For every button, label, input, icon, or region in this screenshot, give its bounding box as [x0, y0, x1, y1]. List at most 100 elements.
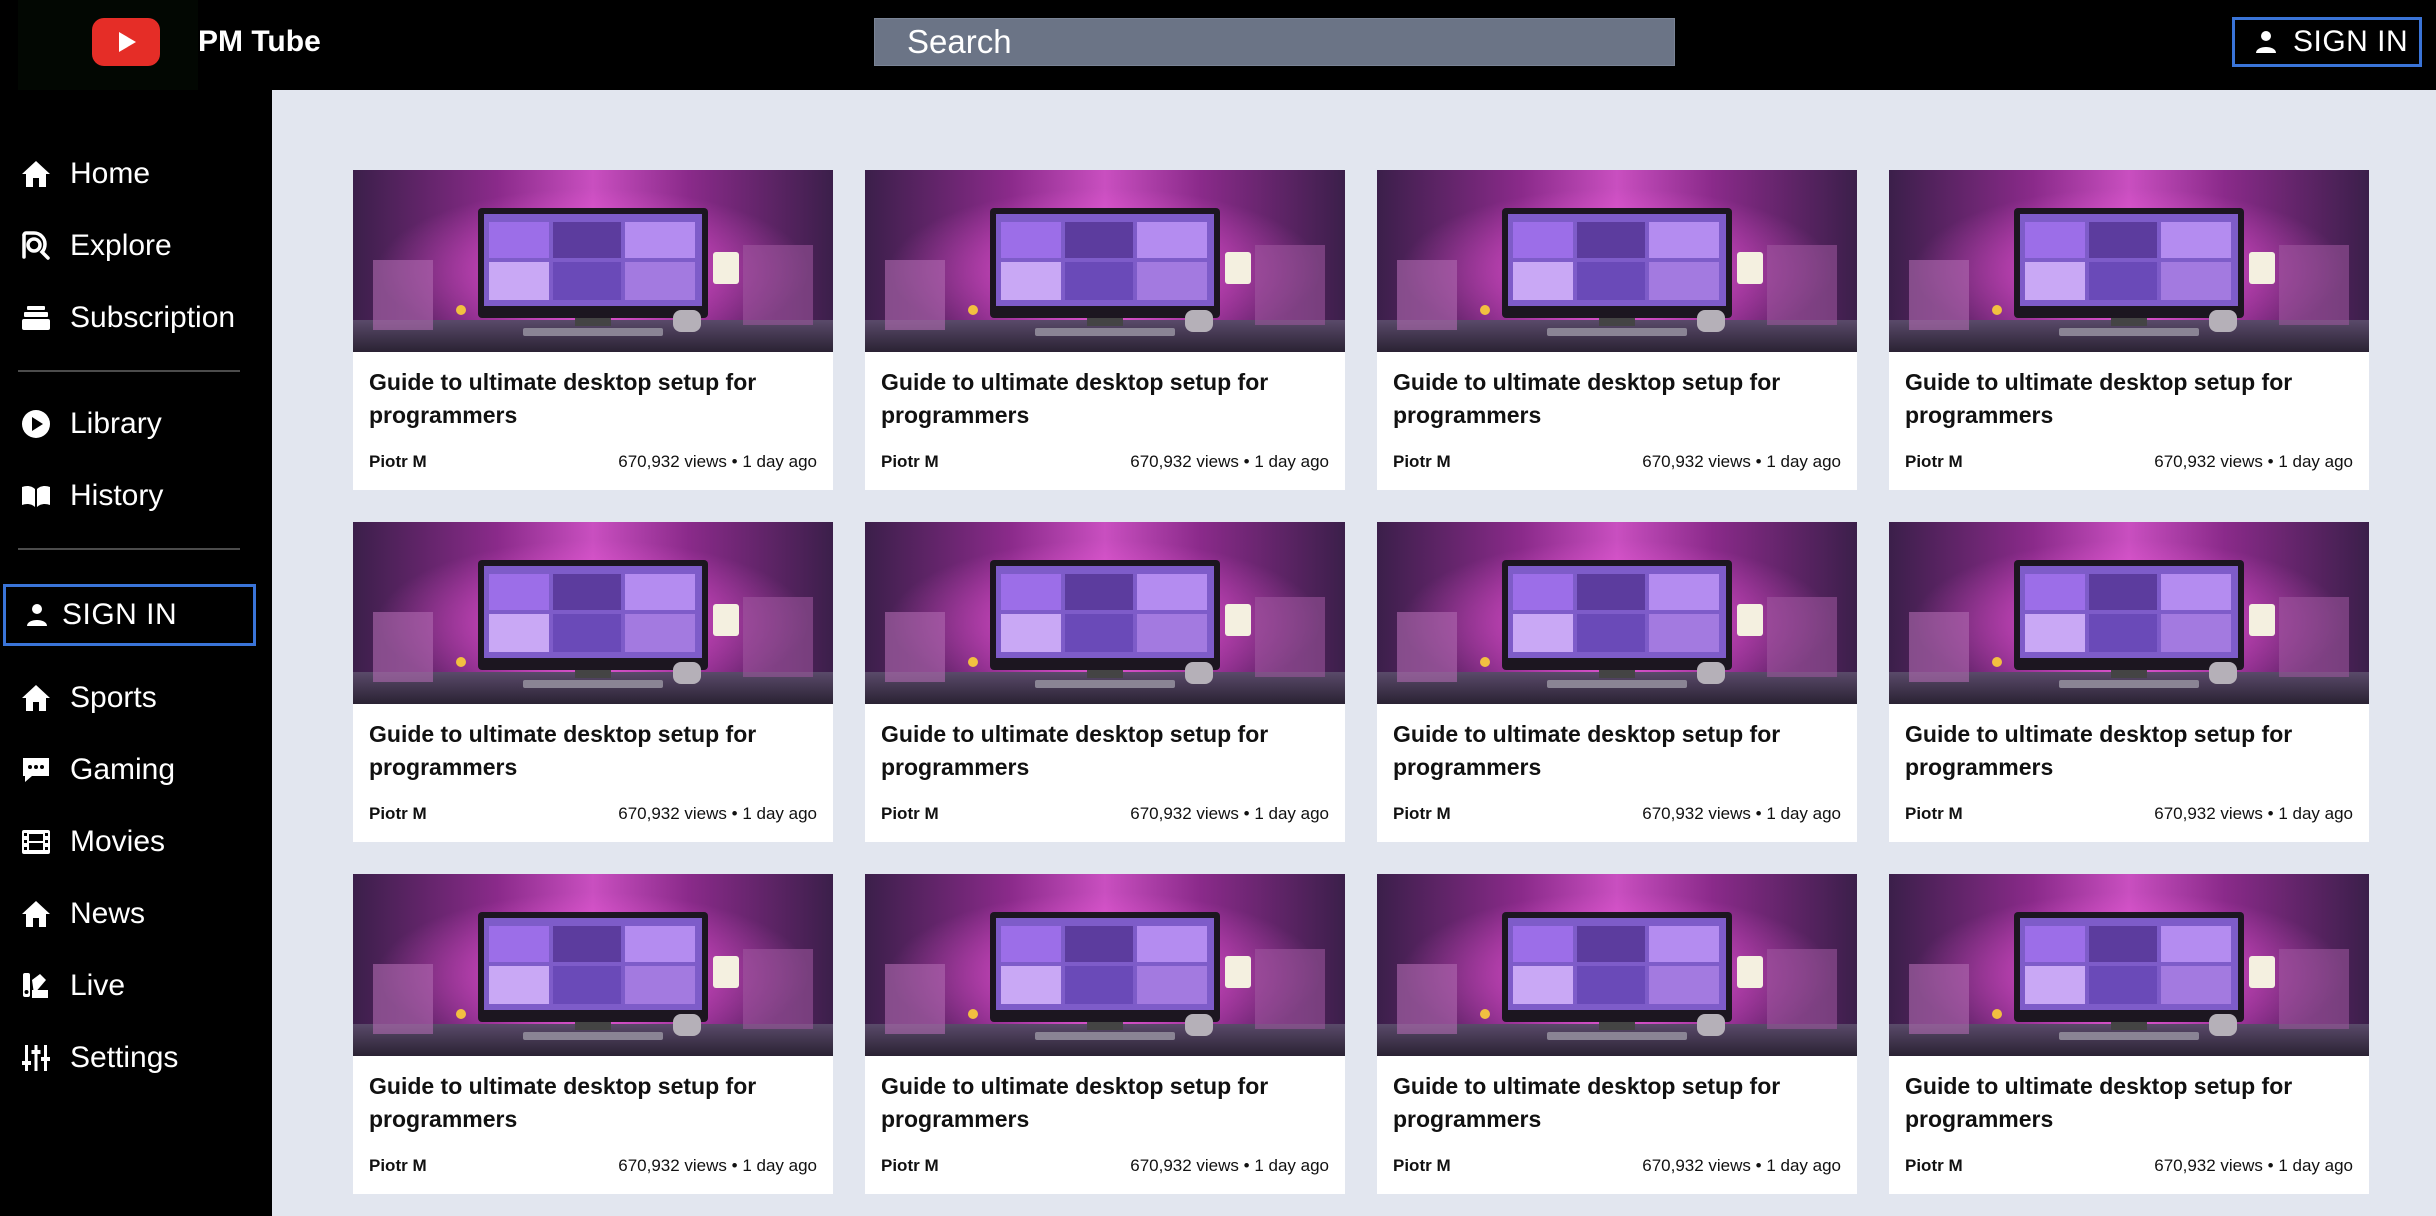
- sidebar-item-label: History: [70, 479, 164, 512]
- video-card[interactable]: Guide to ultimate desktop setup for prog…: [1377, 170, 1857, 490]
- video-meta: 670,932 views • 1 day ago: [2154, 804, 2353, 823]
- user-icon: [27, 604, 47, 626]
- video-title[interactable]: Guide to ultimate desktop setup for prog…: [881, 718, 1321, 784]
- sidebar-item-label: Subscription: [70, 301, 236, 334]
- sidebar: Home Explore Subscription Library Histor…: [0, 90, 272, 1216]
- sidebar-item-label: Explore: [70, 229, 172, 262]
- video-thumbnail[interactable]: [1889, 170, 2369, 352]
- library-icon: [20, 408, 52, 440]
- video-grid: Guide to ultimate desktop setup for prog…: [353, 170, 2369, 1194]
- video-title[interactable]: Guide to ultimate desktop setup for prog…: [1393, 1070, 1833, 1136]
- video-meta: 670,932 views • 1 day ago: [618, 452, 817, 471]
- video-thumbnail[interactable]: [353, 874, 833, 1056]
- top-bar: PM Tube SIGN IN: [0, 0, 2436, 106]
- home-icon: [20, 158, 52, 190]
- sidebar-divider: [18, 370, 240, 372]
- sidebar-item-movies[interactable]: Movies: [0, 812, 272, 872]
- video-card[interactable]: Guide to ultimate desktop setup for prog…: [1889, 522, 2369, 842]
- video-card[interactable]: Guide to ultimate desktop setup for prog…: [1889, 170, 2369, 490]
- video-title[interactable]: Guide to ultimate desktop setup for prog…: [1905, 718, 2345, 784]
- sidebar-item-label: Movies: [70, 825, 166, 858]
- video-author[interactable]: Piotr M: [1905, 452, 1963, 472]
- header-sign-in-label: SIGN IN: [2293, 25, 2409, 58]
- sidebar-item-label: Library: [70, 407, 162, 440]
- gaming-icon: [20, 754, 52, 786]
- video-title[interactable]: Guide to ultimate desktop setup for prog…: [1905, 366, 2345, 432]
- video-thumbnail[interactable]: [865, 874, 1345, 1056]
- video-author[interactable]: Piotr M: [369, 452, 427, 472]
- video-meta: 670,932 views • 1 day ago: [1130, 452, 1329, 471]
- sidebar-item-subscription[interactable]: Subscription: [0, 288, 272, 348]
- search-input[interactable]: [874, 18, 1675, 66]
- video-thumbnail[interactable]: [353, 170, 833, 352]
- video-title[interactable]: Guide to ultimate desktop setup for prog…: [881, 366, 1321, 432]
- video-card[interactable]: Guide to ultimate desktop setup for prog…: [353, 522, 833, 842]
- sports-icon: [20, 682, 52, 714]
- sidebar-divider: [18, 548, 240, 550]
- video-card[interactable]: Guide to ultimate desktop setup for prog…: [1377, 874, 1857, 1194]
- video-thumbnail[interactable]: [1377, 874, 1857, 1056]
- video-author[interactable]: Piotr M: [1393, 1156, 1451, 1176]
- video-meta: 670,932 views • 1 day ago: [1130, 804, 1329, 823]
- video-author[interactable]: Piotr M: [881, 452, 939, 472]
- sidebar-item-live[interactable]: Live: [0, 956, 272, 1016]
- header-sign-in-button[interactable]: SIGN IN: [2232, 17, 2422, 67]
- video-thumbnail[interactable]: [865, 522, 1345, 704]
- video-author[interactable]: Piotr M: [881, 804, 939, 824]
- video-thumbnail[interactable]: [1889, 874, 2369, 1056]
- video-thumbnail[interactable]: [1889, 522, 2369, 704]
- sidebar-item-label: Sports: [70, 681, 157, 714]
- video-title[interactable]: Guide to ultimate desktop setup for prog…: [1393, 718, 1833, 784]
- video-thumbnail[interactable]: [1377, 522, 1857, 704]
- video-meta: 670,932 views • 1 day ago: [1642, 1156, 1841, 1175]
- live-icon: [20, 970, 52, 1002]
- video-author[interactable]: Piotr M: [881, 1156, 939, 1176]
- video-meta: 670,932 views • 1 day ago: [1642, 804, 1841, 823]
- video-author[interactable]: Piotr M: [1393, 452, 1451, 472]
- video-meta: 670,932 views • 1 day ago: [2154, 452, 2353, 471]
- video-author[interactable]: Piotr M: [369, 804, 427, 824]
- video-card[interactable]: Guide to ultimate desktop setup for prog…: [1377, 522, 1857, 842]
- sidebar-item-settings[interactable]: Settings: [0, 1028, 272, 1088]
- sidebar-item-library[interactable]: Library: [0, 394, 272, 454]
- sidebar-item-news[interactable]: News: [0, 884, 272, 944]
- settings-icon: [20, 1042, 52, 1074]
- video-title[interactable]: Guide to ultimate desktop setup for prog…: [369, 718, 809, 784]
- explore-icon: [20, 230, 52, 262]
- video-author[interactable]: Piotr M: [1905, 804, 1963, 824]
- video-thumbnail[interactable]: [865, 170, 1345, 352]
- sidebar-sign-in-button[interactable]: SIGN IN: [3, 584, 256, 646]
- sidebar-item-explore[interactable]: Explore: [0, 216, 272, 276]
- video-title[interactable]: Guide to ultimate desktop setup for prog…: [881, 1070, 1321, 1136]
- video-card[interactable]: Guide to ultimate desktop setup for prog…: [865, 170, 1345, 490]
- video-author[interactable]: Piotr M: [1905, 1156, 1963, 1176]
- app-title[interactable]: PM Tube: [198, 22, 321, 62]
- sidebar-item-home[interactable]: Home: [0, 144, 272, 204]
- video-meta: 670,932 views • 1 day ago: [2154, 1156, 2353, 1175]
- video-title[interactable]: Guide to ultimate desktop setup for prog…: [369, 1070, 809, 1136]
- news-icon: [20, 898, 52, 930]
- video-thumbnail[interactable]: [353, 522, 833, 704]
- video-author[interactable]: Piotr M: [369, 1156, 427, 1176]
- play-logo-icon[interactable]: [92, 18, 160, 66]
- video-card[interactable]: Guide to ultimate desktop setup for prog…: [353, 170, 833, 490]
- sidebar-item-gaming[interactable]: Gaming: [0, 740, 272, 800]
- video-card[interactable]: Guide to ultimate desktop setup for prog…: [865, 522, 1345, 842]
- video-card[interactable]: Guide to ultimate desktop setup for prog…: [353, 874, 833, 1194]
- video-card[interactable]: Guide to ultimate desktop setup for prog…: [865, 874, 1345, 1194]
- sidebar-item-sports[interactable]: Sports: [0, 668, 272, 728]
- video-title[interactable]: Guide to ultimate desktop setup for prog…: [369, 366, 809, 432]
- sidebar-item-history[interactable]: History: [0, 466, 272, 526]
- video-meta: 670,932 views • 1 day ago: [1130, 1156, 1329, 1175]
- video-meta: 670,932 views • 1 day ago: [618, 804, 817, 823]
- sidebar-item-label: Home: [70, 157, 151, 190]
- video-author[interactable]: Piotr M: [1393, 804, 1451, 824]
- movies-icon: [20, 826, 52, 858]
- sidebar-item-label: News: [70, 897, 146, 930]
- video-title[interactable]: Guide to ultimate desktop setup for prog…: [1393, 366, 1833, 432]
- video-card[interactable]: Guide to ultimate desktop setup for prog…: [1889, 874, 2369, 1194]
- video-title[interactable]: Guide to ultimate desktop setup for prog…: [1905, 1070, 2345, 1136]
- video-thumbnail[interactable]: [1377, 170, 1857, 352]
- sidebar-item-label: Live: [70, 969, 126, 1002]
- sidebar-item-label: Settings: [70, 1041, 179, 1074]
